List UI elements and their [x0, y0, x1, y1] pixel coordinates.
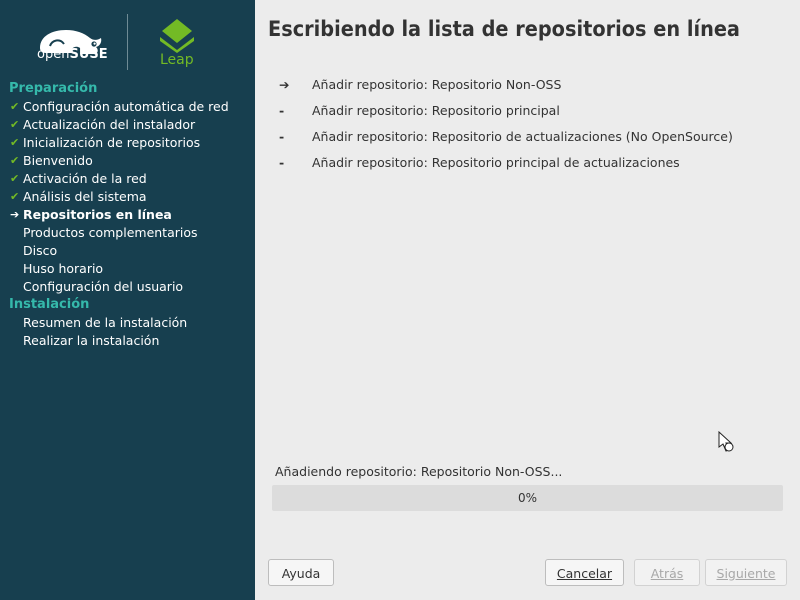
step-productos-complementarios: Productos complementarios — [0, 224, 255, 242]
arrow-right-icon: ➔ — [279, 77, 290, 92]
logo-area: openSUSE Leap — [0, 0, 255, 80]
main-panel: Escribiendo la lista de repositorios en … — [255, 0, 800, 600]
section-preparacion: Preparación — [9, 81, 98, 96]
step-label: Configuración del usuario — [23, 279, 184, 294]
check-icon: ✔ — [10, 118, 20, 131]
repo-label: Añadir repositorio: Repositorio principa… — [312, 103, 560, 118]
progress-bar: 0% — [272, 485, 783, 511]
repo-item-principal-actualizaciones: - Añadir repositorio: Repositorio princip… — [279, 154, 733, 180]
repo-item-principal: - Añadir repositorio: Repositorio princip… — [279, 102, 733, 128]
step-label: Bienvenido — [23, 153, 93, 168]
step-analisis-sistema: ✔ Análisis del sistema — [0, 188, 255, 206]
back-button-label: Atrás — [650, 566, 684, 581]
dash-icon: - — [279, 155, 285, 170]
back-button[interactable]: Atrás — [634, 559, 700, 586]
step-actualizacion-instalador: ✔ Actualización del instalador — [0, 116, 255, 134]
check-icon: ✔ — [10, 154, 20, 167]
step-disco: Disco — [0, 242, 255, 260]
arrow-right-icon: ➔ — [10, 208, 20, 221]
step-realizar-instalacion: Realizar la instalación — [0, 332, 255, 350]
step-label: Resumen de la instalación — [23, 315, 188, 330]
help-button[interactable]: Ayuda — [268, 559, 334, 586]
section-instalacion: Instalación — [9, 297, 90, 312]
step-label: Disco — [23, 243, 58, 258]
step-bienvenido: ✔ Bienvenido — [0, 152, 255, 170]
step-label: Actualización del instalador — [23, 117, 196, 132]
mouse-pointer-icon — [718, 431, 734, 452]
step-label: Análisis del sistema — [23, 189, 147, 204]
sidebar: openSUSE Leap Preparación ✔ Configuración… — [0, 0, 255, 600]
repo-label: Añadir repositorio: Repositorio de actua… — [312, 129, 733, 144]
progress-value: 0% — [517, 491, 538, 505]
leap-logo-icon — [160, 19, 194, 53]
step-huso-horario: Huso horario — [0, 260, 255, 278]
progress-label: Añadiendo repositorio: Repositorio Non-O… — [275, 464, 563, 479]
logo-divider — [127, 14, 128, 70]
opensuse-wordmark: openSUSE — [37, 47, 108, 62]
step-label: Huso horario — [23, 261, 104, 276]
step-repositorios-en-linea: ➔ Repositorios en línea — [0, 206, 255, 224]
step-configuracion-red: ✔ Configuración automática de red — [0, 98, 255, 116]
step-label: Productos complementarios — [23, 225, 198, 240]
repository-list: ➔ Añadir repositorio: Repositorio Non-OSS… — [279, 76, 733, 180]
dash-icon: - — [279, 129, 285, 144]
check-icon: ✔ — [10, 136, 20, 149]
step-label: Activación de la red — [23, 171, 147, 186]
cancel-button[interactable]: Cancelar — [545, 559, 624, 586]
step-configuracion-usuario: Configuración del usuario — [0, 278, 255, 296]
step-activacion-red: ✔ Activación de la red — [0, 170, 255, 188]
step-inicializacion-repositorios: ✔ Inicialización de repositorios — [0, 134, 255, 152]
check-icon: ✔ — [10, 100, 20, 113]
cancel-button-label: Cancelar — [556, 566, 613, 581]
step-resumen-instalacion: Resumen de la instalación — [0, 314, 255, 332]
installation-steps: Preparación ✔ Configuración automática de… — [0, 80, 255, 350]
dash-icon: - — [279, 103, 285, 118]
check-icon: ✔ — [10, 172, 20, 185]
repo-item-actualizaciones-non-oss: - Añadir repositorio: Repositorio de actu… — [279, 128, 733, 154]
step-label: Configuración automática de red — [23, 99, 229, 114]
repo-label: Añadir repositorio: Repositorio Non-OSS — [312, 77, 562, 92]
next-button-label: Siguiente — [716, 566, 776, 581]
leap-label: Leap — [160, 52, 194, 68]
repo-item-non-oss: ➔ Añadir repositorio: Repositorio Non-OSS — [279, 76, 733, 102]
repo-label: Añadir repositorio: Repositorio principa… — [312, 155, 680, 170]
step-label: Inicialización de repositorios — [23, 135, 201, 150]
step-label: Realizar la instalación — [23, 333, 160, 348]
check-icon: ✔ — [10, 190, 20, 203]
step-label: Repositorios en línea — [23, 207, 172, 222]
page-title: Escribiendo la lista de repositorios en … — [268, 17, 740, 41]
next-button[interactable]: Siguiente — [705, 559, 787, 586]
